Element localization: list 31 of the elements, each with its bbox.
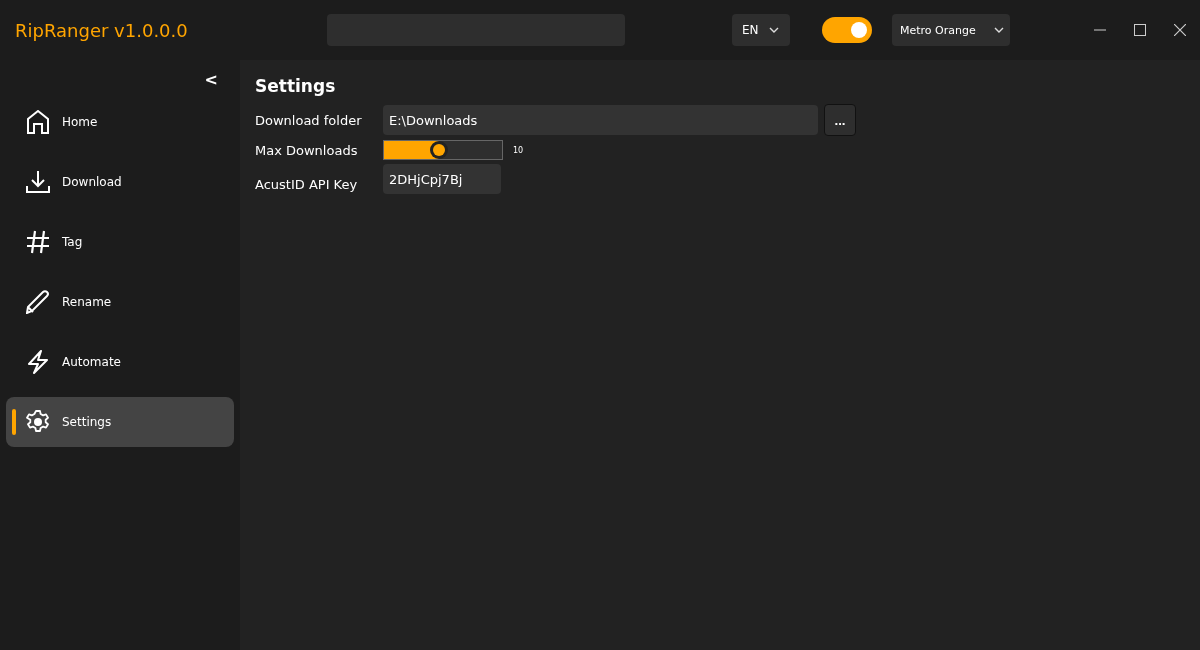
lightning-icon	[26, 350, 50, 374]
sidebar-item[interactable]: Rename	[6, 277, 234, 327]
sidebar-item[interactable]: Home	[6, 97, 234, 147]
pencil-icon	[26, 290, 50, 314]
api-key-field[interactable]: 2DHjCpj7Bj	[383, 164, 501, 194]
hash-icon	[26, 230, 50, 254]
chevron-down-icon	[994, 27, 1004, 33]
collapse-button[interactable]: <	[204, 70, 218, 89]
language-dropdown[interactable]: EN	[732, 14, 790, 46]
folder-field[interactable]: E:\Downloads	[383, 105, 818, 135]
settings-icon	[26, 410, 50, 434]
page-title: Settings	[255, 76, 337, 96]
max-downloads-slider[interactable]	[383, 140, 503, 160]
home-icon	[26, 110, 50, 134]
chevron-down-icon	[768, 27, 779, 33]
close-icon[interactable]	[1174, 24, 1186, 36]
theme-toggle[interactable]	[822, 17, 872, 43]
field-label: Max Downloads	[255, 142, 359, 158]
app-title: RipRanger v1.0.0.0	[15, 19, 189, 41]
maximize-icon[interactable]	[1134, 24, 1146, 36]
theme-dropdown[interactable]: Metro Orange	[892, 14, 1010, 46]
field-label: AcustID API Key	[255, 177, 359, 194]
slider-value: 10	[513, 145, 524, 155]
sidebar-item[interactable]: Download	[6, 157, 234, 207]
sidebar-item[interactable]: Automate	[6, 337, 234, 387]
slider-thumb[interactable]	[433, 144, 446, 156]
browse-button[interactable]: ...	[824, 104, 856, 136]
sidebar-item[interactable]: Settings	[6, 397, 234, 447]
sidebar-item[interactable]: Tag	[6, 217, 234, 267]
download-icon	[26, 170, 50, 194]
field-label: Download folder	[255, 112, 363, 128]
